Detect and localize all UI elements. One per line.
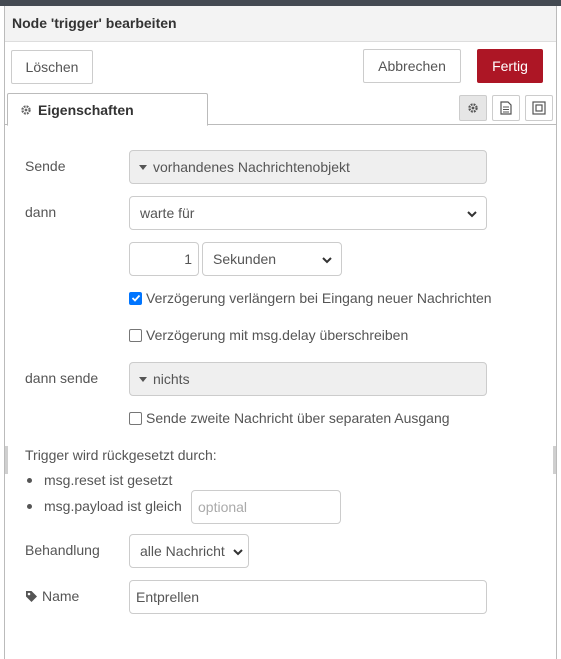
delay-input[interactable]	[129, 242, 199, 276]
reset-item-1: msg.reset ist gesetzt	[27, 472, 172, 488]
tab-bar: Eigenschaften	[5, 90, 556, 126]
reset-item-1-label: msg.reset ist gesetzt	[44, 472, 173, 488]
send-typed-input[interactable]: vorhandenes Nachrichtenobjekt	[129, 150, 487, 184]
gear-icon	[20, 104, 32, 116]
override-delay-label: Verzögerung mit msg.delay überschreiben	[146, 327, 409, 343]
then-select-value: warte für	[140, 205, 195, 221]
chevron-down-icon	[233, 545, 243, 561]
reset-payload-input[interactable]	[191, 490, 341, 524]
dialog-title: Node 'trigger' bearbeiten	[12, 15, 177, 31]
reset-title: Trigger wird rückgesetzt durch:	[25, 447, 217, 463]
tab-settings-button[interactable]	[459, 95, 487, 121]
bullet-icon	[27, 477, 32, 483]
extend-delay-label: Verzögerung verlängern bei Eingang neuer…	[146, 290, 492, 306]
name-input[interactable]	[129, 580, 487, 614]
second-output-option: Sende zweite Nachricht über separaten Au…	[129, 410, 450, 426]
handling-select[interactable]: alle Nachricht	[129, 534, 249, 568]
override-delay-checkbox[interactable]	[129, 328, 142, 342]
frame-icon	[532, 101, 546, 115]
edit-dialog: Node 'trigger' bearbeiten Löschen Abbrec…	[4, 6, 557, 659]
done-button[interactable]: Fertig	[477, 49, 543, 83]
second-output-label: Sende zweite Nachricht über separaten Au…	[146, 410, 450, 426]
then-select[interactable]: warte für	[129, 196, 487, 230]
tab-description-button[interactable]	[492, 95, 520, 121]
second-output-checkbox[interactable]	[129, 411, 142, 425]
tag-icon	[25, 590, 38, 603]
handling-label: Behandlung	[25, 542, 100, 558]
name-label: Name	[42, 588, 80, 604]
extend-delay-checkbox[interactable]	[129, 291, 142, 305]
caret-down-icon	[139, 376, 147, 382]
extend-delay-option: Verzögerung verlängern bei Eingang neuer…	[129, 290, 492, 306]
resize-handle-left[interactable]	[5, 446, 8, 474]
reset-item-2-label: msg.payload ist gleich	[44, 498, 182, 514]
cancel-button[interactable]: Abbrechen	[363, 49, 461, 83]
delete-button[interactable]: Löschen	[11, 50, 93, 84]
bullet-icon	[27, 503, 32, 509]
handling-select-value: alle Nachricht	[140, 543, 225, 559]
dialog-header: Node 'trigger' bearbeiten	[5, 6, 556, 42]
delay-unit-value: Sekunden	[213, 251, 277, 267]
chevron-down-icon	[321, 253, 333, 269]
delay-unit-select[interactable]: Sekunden	[202, 242, 342, 276]
tab-properties[interactable]: Eigenschaften	[7, 93, 208, 126]
name-label-row: Name	[25, 588, 79, 604]
then-send-label: dann sende	[25, 370, 99, 386]
caret-down-icon	[139, 164, 147, 170]
send-label: Sende	[25, 158, 66, 174]
gear-icon	[467, 102, 479, 114]
override-delay-option: Verzögerung mit msg.delay überschreiben	[129, 327, 408, 343]
resize-handle-right[interactable]	[553, 446, 556, 474]
tab-properties-label: Eigenschaften	[38, 101, 134, 118]
then-send-typed-input[interactable]: nichts	[129, 362, 487, 396]
document-icon	[500, 101, 512, 115]
then-label: dann	[25, 204, 57, 220]
then-send-value: nichts	[153, 371, 190, 387]
tab-appearance-button[interactable]	[525, 95, 553, 121]
chevron-down-icon	[466, 207, 478, 223]
reset-item-2: msg.payload ist gleich	[27, 498, 182, 514]
send-value: vorhandenes Nachrichtenobjekt	[153, 159, 350, 175]
